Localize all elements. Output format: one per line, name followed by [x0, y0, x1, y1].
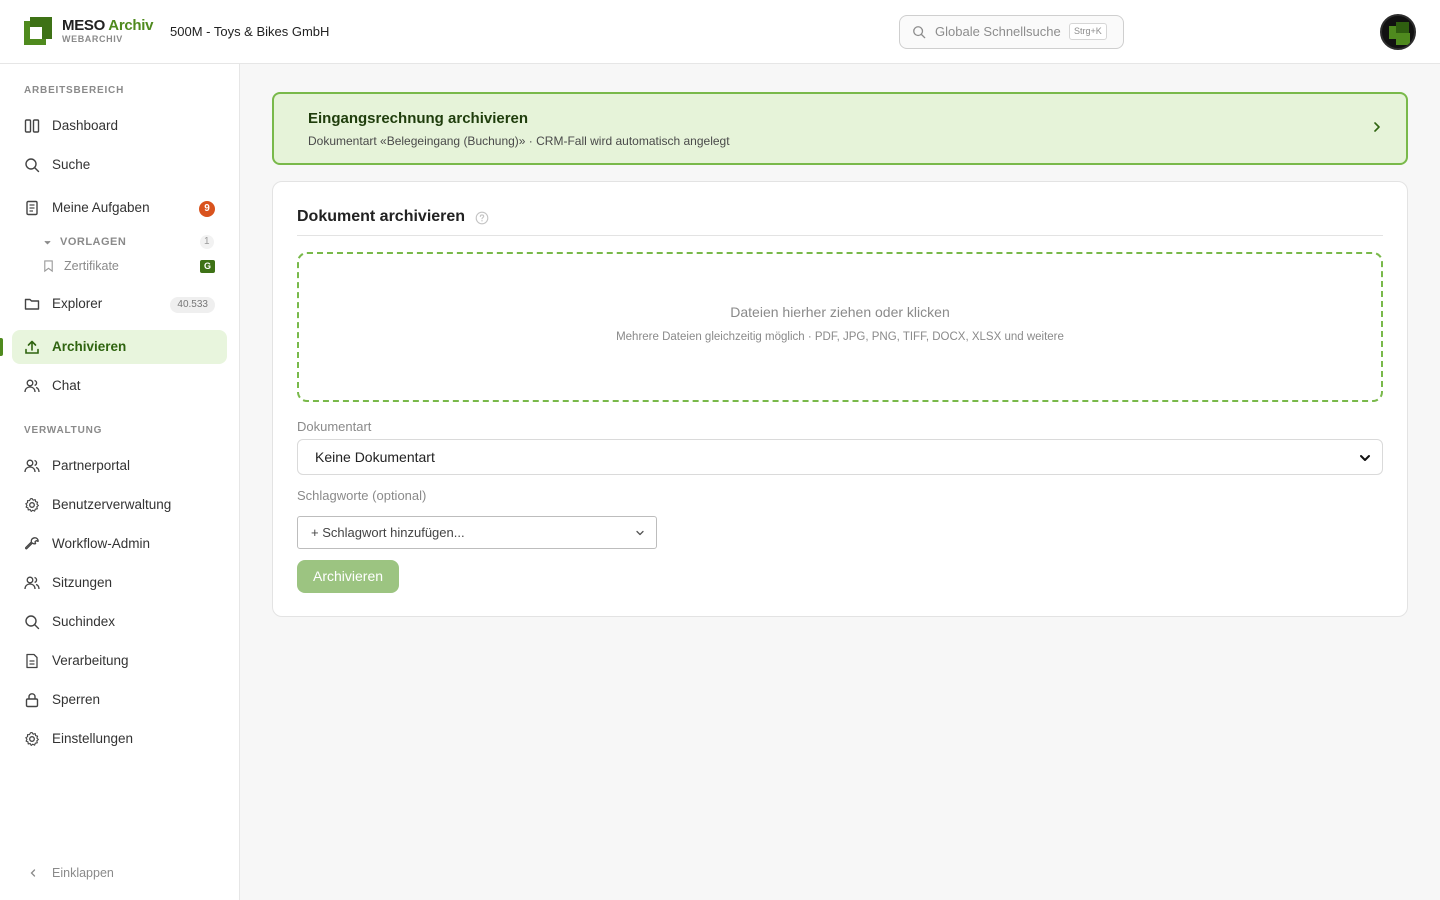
sidebar-item-label: Sperren	[52, 692, 101, 707]
help-icon[interactable]	[475, 211, 489, 225]
banner-title: Eingangsrechnung archivieren	[308, 110, 529, 127]
chevron-right-icon	[1374, 122, 1380, 132]
archive-submit-button[interactable]: Archivieren	[297, 560, 399, 593]
chevron-down-icon	[1360, 455, 1370, 461]
sidebar-item-label: Suche	[52, 157, 91, 172]
sidebar-group-vorlagen[interactable]: VORLAGEN	[60, 236, 126, 248]
sidebar-item-verarbeitung[interactable]: Verarbeitung	[12, 644, 227, 678]
shortcut-hint: Strg+K	[1069, 23, 1107, 40]
explorer-count-badge: 40.533	[170, 297, 215, 313]
sidebar-item-archivieren[interactable]: Archivieren	[12, 330, 227, 364]
sidebar-item-label: Chat	[52, 378, 81, 393]
dropzone-text: Dateien hierher ziehen oder klicken	[730, 304, 950, 320]
sidebar-item-zertifikate[interactable]: Zertifikate	[64, 259, 119, 273]
gear-icon	[25, 497, 39, 512]
sidebar-item-chat[interactable]: Chat	[12, 369, 227, 403]
tags-select[interactable]: + Schlagwort hinzufügen...	[297, 516, 657, 549]
sidebar-item-suche[interactable]: Suche	[12, 148, 227, 182]
sidebar-item-label: Workflow-Admin	[52, 536, 151, 551]
active-indicator	[0, 338, 3, 356]
sidebar-item-label: Verarbeitung	[52, 653, 129, 668]
tasks-icon	[26, 200, 38, 216]
section-arbeitsbereich: ARBEITSBEREICH	[24, 85, 125, 96]
section-verwaltung: VERWALTUNG	[24, 425, 103, 436]
chevron-left-icon	[30, 869, 36, 877]
tags-label: Schlagworte (optional)	[297, 488, 427, 503]
dropzone-hint: Mehrere Dateien gleichzeitig möglich · P…	[616, 331, 1064, 343]
users-icon	[24, 379, 40, 393]
folder-icon	[24, 298, 40, 310]
sidebar-item-sperren[interactable]: Sperren	[12, 683, 227, 717]
sidebar-item-label: Archivieren	[52, 339, 127, 354]
tenant-name: 500M - Toys & Bikes GmbH	[170, 24, 330, 39]
sidebar-item-label: Einstellungen	[52, 731, 134, 746]
sidebar-item-benutzerverwaltung[interactable]: Benutzerverwaltung	[12, 488, 227, 522]
sidebar-item-aufgaben[interactable]: Meine Aufgaben 9	[12, 191, 227, 225]
gear-icon	[25, 731, 39, 746]
sidebar-item-label: Meine Aufgaben	[52, 200, 150, 215]
document-icon	[26, 653, 38, 669]
search-icon	[913, 26, 926, 39]
sidebar-item-suchindex[interactable]: Suchindex	[12, 605, 227, 639]
search-icon	[25, 615, 40, 630]
sidebar-item-dashboard[interactable]: Dashboard	[12, 109, 227, 143]
chevron-down-icon[interactable]	[43, 238, 52, 247]
global-search[interactable]: Globale Schnellsuche Strg+K	[899, 15, 1124, 49]
bookmark-icon	[44, 260, 53, 273]
sidebar-item-label: Dashboard	[52, 118, 119, 133]
sidebar-item-label: Partnerportal	[52, 458, 131, 473]
quick-action-banner[interactable]: Eingangsrechnung archivieren Dokumentart…	[272, 92, 1408, 165]
divider	[297, 235, 1383, 236]
search-icon	[25, 158, 40, 173]
card-title: Dokument archivieren	[297, 208, 466, 225]
dashboard-icon	[24, 119, 40, 133]
file-dropzone[interactable]: Dateien hierher ziehen oder klicken Mehr…	[297, 252, 1383, 402]
users-icon	[24, 576, 40, 590]
lock-icon	[25, 693, 39, 708]
users-icon	[24, 459, 40, 473]
upload-icon	[25, 340, 39, 354]
zertifikate-badge: G	[200, 260, 215, 273]
wrench-icon	[24, 537, 39, 550]
chevron-down-icon	[636, 530, 644, 536]
brand: MESO Archiv WEBARCHIV	[62, 17, 153, 44]
logo[interactable]	[24, 17, 52, 45]
doctype-value: Keine Dokumentart	[315, 449, 435, 465]
brand-subtitle: WEBARCHIV	[62, 34, 123, 44]
sidebar-item-label: Benutzerverwaltung	[52, 497, 172, 512]
archive-card: Dokument archivieren Dateien hierher zie…	[272, 181, 1408, 617]
user-avatar[interactable]	[1380, 14, 1416, 50]
doctype-label: Dokumentart	[297, 419, 372, 434]
sidebar-item-label: Suchindex	[52, 614, 116, 629]
sidebar-item-workflow-admin[interactable]: Workflow-Admin	[12, 527, 227, 561]
collapse-label: Einklappen	[52, 866, 114, 880]
brand-title: MESO Archiv	[62, 17, 154, 34]
tags-placeholder: + Schlagwort hinzufügen...	[311, 525, 465, 540]
sidebar-item-explorer[interactable]: Explorer 40.533	[12, 287, 227, 321]
sidebar-item-label: Explorer	[52, 296, 103, 311]
top-bar: MESO Archiv WEBARCHIV 500M - Toys & Bike…	[0, 0, 1440, 64]
sidebar-item-sitzungen[interactable]: Sitzungen	[12, 566, 227, 600]
vorlagen-count: 1	[200, 235, 214, 249]
doctype-select[interactable]: Keine Dokumentart	[297, 439, 1383, 475]
search-placeholder: Globale Schnellsuche	[935, 24, 1061, 39]
sidebar-item-label: Sitzungen	[52, 575, 113, 590]
sidebar-item-partnerportal[interactable]: Partnerportal	[12, 449, 227, 483]
sidebar-item-einstellungen[interactable]: Einstellungen	[12, 722, 227, 756]
tasks-count-badge: 9	[199, 201, 215, 217]
banner-subtitle: Dokumentart «Belegeingang (Buchung)» · C…	[308, 134, 730, 148]
